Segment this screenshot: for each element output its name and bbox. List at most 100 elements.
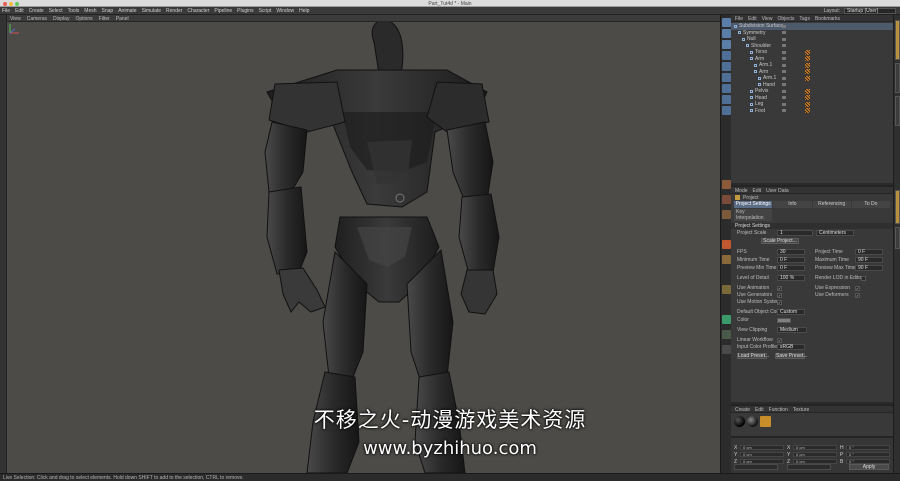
visibility-toggle-icon[interactable] <box>782 44 786 47</box>
weight-tag-icon[interactable] <box>805 49 810 55</box>
polygons-mode-icon[interactable] <box>722 73 731 82</box>
weight-tag-icon[interactable] <box>805 95 810 100</box>
sculpt-tool-icon[interactable] <box>722 240 731 249</box>
tab-info[interactable]: Info <box>773 201 812 208</box>
menu-character[interactable]: Character <box>187 8 209 14</box>
input-color-select[interactable]: sRGB <box>777 344 805 350</box>
tab-takes[interactable] <box>895 63 900 93</box>
lod-field[interactable]: 100 % <box>777 275 805 281</box>
menu-mesh[interactable]: Mesh <box>84 8 96 14</box>
knife-tool-icon[interactable] <box>722 195 731 204</box>
fps-field[interactable]: 30 <box>777 249 805 255</box>
tab-key-interpolation[interactable]: Key Interpolation <box>734 209 772 221</box>
tab-to-do[interactable]: To Do <box>851 201 890 208</box>
tab-attributes[interactable] <box>895 190 900 224</box>
menu-animate[interactable]: Animate <box>118 8 136 14</box>
coordinate-mode-select[interactable] <box>734 464 778 470</box>
menu-tools[interactable]: Tools <box>68 8 80 14</box>
visibility-toggle-icon[interactable] <box>782 24 786 28</box>
menu-render[interactable]: Render <box>166 8 182 14</box>
menu-edit[interactable]: Edit <box>15 8 24 14</box>
weight-tag-icon[interactable] <box>805 62 810 68</box>
size-mode-select[interactable] <box>787 464 831 470</box>
visibility-toggle-icon[interactable] <box>782 83 786 86</box>
save-preset-button[interactable]: Save Preset... <box>775 353 807 359</box>
visibility-toggle-icon[interactable] <box>782 37 786 41</box>
object-menu-view[interactable]: View <box>762 16 773 22</box>
project-scale-unit-select[interactable]: Centimeters <box>816 230 854 236</box>
weight-tag-icon[interactable] <box>805 108 810 113</box>
snap-tool-icon[interactable] <box>722 285 731 294</box>
tab-referencing[interactable]: Referencing <box>812 201 851 208</box>
preview-max-field[interactable]: 90 F <box>855 265 883 271</box>
visibility-toggle-icon[interactable] <box>782 63 786 67</box>
tab-content-browser[interactable] <box>895 96 900 126</box>
visibility-toggle-icon[interactable] <box>782 57 786 60</box>
use-animation-checkbox[interactable]: ✓ <box>777 285 782 291</box>
view-clipping-select[interactable]: Medium <box>777 327 807 333</box>
bend-tool-icon[interactable] <box>722 210 731 219</box>
menu-create[interactable]: Create <box>29 8 44 14</box>
weight-tag-icon[interactable] <box>805 69 810 74</box>
visibility-toggle-icon[interactable] <box>782 76 786 80</box>
render-lod-checkbox[interactable] <box>861 275 866 281</box>
scale-tool-icon[interactable] <box>722 29 731 38</box>
default-color-select[interactable]: Custom <box>777 309 805 315</box>
project-scale-field[interactable]: 1 <box>777 230 813 236</box>
brush-tool-icon[interactable] <box>722 180 731 189</box>
weight-tag-icon[interactable] <box>805 56 810 61</box>
menu-select[interactable]: Select <box>49 8 63 14</box>
attribute-menu-user-data[interactable]: User Data <box>766 188 789 194</box>
menu-file[interactable]: File <box>2 8 10 14</box>
visibility-toggle-icon[interactable] <box>782 31 786 34</box>
layout-select[interactable]: Startup (User) <box>844 8 896 14</box>
attribute-menu-edit[interactable]: Edit <box>753 188 762 194</box>
preview-min-field[interactable]: 0 F <box>777 265 805 271</box>
project-time-field[interactable]: 0 F <box>855 249 883 255</box>
visibility-toggle-icon[interactable] <box>782 50 786 54</box>
grid-icon[interactable] <box>722 330 731 339</box>
tab-objects[interactable] <box>895 20 900 60</box>
texture-mode-icon[interactable] <box>722 95 731 104</box>
lock-icon[interactable] <box>722 345 731 354</box>
apply-button[interactable]: Apply <box>849 464 889 470</box>
load-preset-button[interactable]: Load Preset... <box>737 353 769 359</box>
object-menu-tags[interactable]: Tags <box>799 16 810 22</box>
object-menu-edit[interactable]: Edit <box>748 16 757 22</box>
menu-simulate[interactable]: Simulate <box>142 8 161 14</box>
visibility-toggle-icon[interactable] <box>782 102 786 106</box>
axis-mode-icon[interactable] <box>722 106 731 115</box>
object-menu-bookmarks[interactable]: Bookmarks <box>815 16 840 22</box>
min-time-field[interactable]: 0 F <box>777 257 805 263</box>
object-menu-objects[interactable]: Objects <box>777 16 794 22</box>
visibility-toggle-icon[interactable] <box>782 109 786 112</box>
color-swatch[interactable] <box>777 317 791 323</box>
use-expression-checkbox[interactable]: ✓ <box>855 285 860 291</box>
menu-window[interactable]: Window <box>276 8 294 14</box>
max-time-field[interactable]: 90 F <box>855 257 883 263</box>
model-mode-icon[interactable] <box>722 84 731 93</box>
paint-tool-icon[interactable] <box>722 255 731 264</box>
visibility-toggle-icon[interactable] <box>782 89 786 93</box>
use-generators-checkbox[interactable]: ✓ <box>777 292 782 298</box>
menu-pipeline[interactable]: Pipeline <box>214 8 232 14</box>
visibility-toggle-icon[interactable] <box>782 70 786 73</box>
tab-project-settings[interactable]: Project Settings <box>734 201 773 208</box>
menu-snap[interactable]: Snap <box>102 8 114 14</box>
linear-workflow-checkbox[interactable]: ✓ <box>777 337 782 343</box>
menu-help[interactable]: Help <box>299 8 309 14</box>
menu-script[interactable]: Script <box>259 8 272 14</box>
menu-plugins[interactable]: Plugins <box>237 8 253 14</box>
move-tool-icon[interactable] <box>722 18 731 27</box>
object-row[interactable]: Foot <box>731 108 893 115</box>
weight-tag-icon[interactable] <box>805 88 810 94</box>
visibility-toggle-icon[interactable] <box>782 96 786 99</box>
use-motion-checkbox[interactable]: ✓ <box>777 299 782 305</box>
weight-tag-icon[interactable] <box>805 75 810 81</box>
workplane-icon[interactable] <box>722 315 731 324</box>
scale-project-button[interactable]: Scale Project... <box>761 238 799 244</box>
rotate-tool-icon[interactable] <box>722 40 731 49</box>
use-deformers-checkbox[interactable]: ✓ <box>855 292 860 298</box>
edges-mode-icon[interactable] <box>722 62 731 71</box>
attribute-menu-mode[interactable]: Mode <box>735 188 748 194</box>
